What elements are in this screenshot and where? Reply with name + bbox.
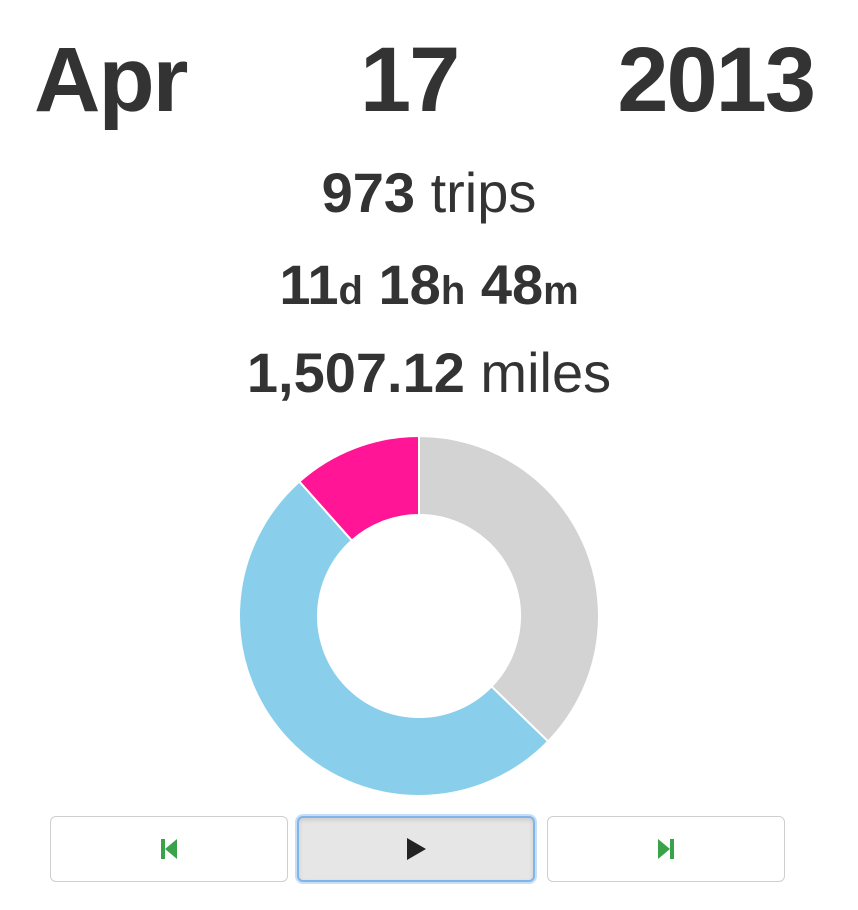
skip-next-icon [656, 838, 676, 860]
duration-minutes-value: 48 [480, 253, 544, 316]
duration-days-value: 11 [279, 253, 339, 316]
donut-segment-0 [418, 434, 600, 743]
miles-label: miles [464, 341, 612, 404]
trips-label: trips [415, 161, 537, 224]
miles-stat: 1,507.12 miles [0, 340, 858, 406]
duration-hours-value: 18 [378, 253, 441, 316]
date-year: 2013 [617, 29, 816, 131]
next-day-button[interactable] [547, 816, 785, 882]
duration-hours-unit: h [440, 269, 466, 313]
duration-stat: 11d 18h 48m [0, 252, 858, 324]
duration-days-unit: d [338, 269, 363, 313]
donut-svg [238, 434, 600, 797]
play-button[interactable] [297, 816, 535, 882]
trips-stat: 973 trips [0, 160, 858, 226]
miles-value: 1,507.12 [246, 341, 465, 404]
date-header: Apr 17 2013 [0, 30, 858, 130]
date-month: Apr [34, 29, 188, 131]
trips-count: 973 [321, 161, 416, 224]
date-day: 17 [360, 29, 460, 131]
duration-minutes-unit: m [543, 269, 579, 313]
skip-previous-icon [159, 838, 179, 860]
playback-controls [50, 816, 786, 884]
previous-day-button[interactable] [50, 816, 288, 882]
play-icon [405, 837, 427, 861]
trip-donut-chart [237, 434, 601, 798]
